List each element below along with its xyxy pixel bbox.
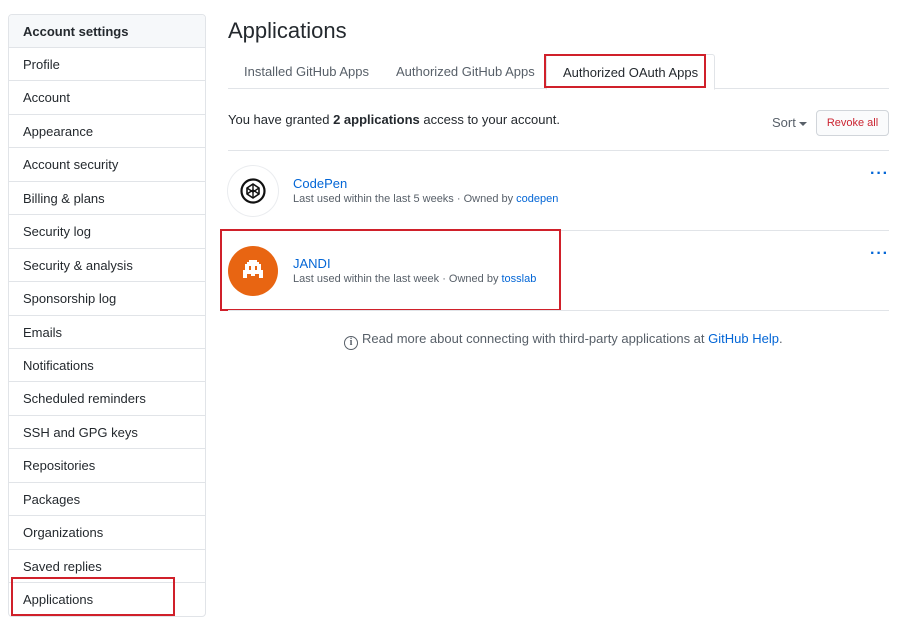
info-icon: i: [344, 336, 358, 350]
app-name-jandi[interactable]: JANDI: [293, 256, 331, 271]
sort-label: Sort: [772, 115, 796, 130]
tab-installed-github-apps[interactable]: Installed GitHub Apps: [228, 54, 385, 89]
sort-dropdown[interactable]: Sort: [772, 115, 807, 130]
sidebar-item-organizations[interactable]: Organizations: [9, 516, 205, 550]
sidebar-item-ssh-gpg-keys[interactable]: SSH and GPG keys: [9, 416, 205, 450]
granted-summary: You have granted 2 applications access t…: [228, 112, 560, 127]
granted-suffix: access to your account.: [419, 112, 560, 127]
tab-bar: Installed GitHub Apps Authorized GitHub …: [228, 54, 889, 90]
divider: [228, 310, 889, 311]
caret-down-icon: [798, 121, 807, 126]
sidebar-item-notifications[interactable]: Notifications: [9, 349, 205, 383]
sidebar-item-security-analysis[interactable]: Security & analysis: [9, 249, 205, 283]
sidebar-item-repositories[interactable]: Repositories: [9, 449, 205, 483]
sidebar-item-account-security[interactable]: Account security: [9, 148, 205, 182]
app-owner-link-codepen[interactable]: codepen: [516, 193, 558, 205]
tab-authorized-github-apps[interactable]: Authorized GitHub Apps: [380, 54, 551, 89]
help-text: i Read more about connecting with third-p…: [344, 331, 783, 350]
page-title: Applications: [228, 18, 347, 43]
github-help-link[interactable]: GitHub Help: [708, 331, 779, 346]
app-meta-text: Last used within the last week · Owned b…: [293, 273, 502, 285]
sidebar-item-scheduled-reminders[interactable]: Scheduled reminders: [9, 382, 205, 416]
more-actions-icon[interactable]: ···: [870, 165, 889, 183]
tab-authorized-oauth-apps[interactable]: Authorized OAuth Apps: [546, 54, 716, 90]
codepen-logo-icon: [228, 166, 278, 216]
granted-count: 2 applications: [333, 112, 420, 127]
help-prefix: Read more about connecting with third-pa…: [362, 331, 709, 346]
app-row-codepen: CodePen Last used within the last 5 week…: [228, 151, 889, 231]
app-row-jandi: JANDI Last used within the last week · O…: [228, 231, 889, 311]
app-meta-jandi: Last used within the last week · Owned b…: [293, 273, 536, 285]
sidebar-item-emails[interactable]: Emails: [9, 316, 205, 349]
sidebar-item-billing[interactable]: Billing & plans: [9, 182, 205, 216]
more-actions-icon[interactable]: ···: [870, 245, 889, 263]
jandi-logo-icon: [228, 246, 278, 296]
sidebar-item-security-log[interactable]: Security log: [9, 215, 205, 249]
app-meta-text: Last used within the last 5 weeks · Owne…: [293, 193, 517, 205]
sidebar-item-account[interactable]: Account: [9, 81, 205, 115]
sidebar-header: Account settings: [9, 15, 205, 48]
app-owner-link-tosslab[interactable]: tosslab: [502, 273, 537, 285]
sidebar-item-saved-replies[interactable]: Saved replies: [9, 550, 205, 583]
sidebar-item-profile[interactable]: Profile: [9, 48, 205, 82]
sidebar-item-applications[interactable]: Applications: [9, 583, 205, 616]
settings-sidebar: Account settings Profile Account Appeara…: [8, 14, 206, 618]
granted-prefix: You have granted: [228, 112, 334, 127]
revoke-all-button[interactable]: Revoke all: [816, 110, 889, 136]
app-meta-codepen: Last used within the last 5 weeks · Owne…: [293, 193, 558, 205]
help-suffix: .: [778, 331, 783, 346]
app-name-codepen[interactable]: CodePen: [293, 176, 347, 191]
sidebar-item-sponsorship-log[interactable]: Sponsorship log: [9, 282, 205, 316]
sidebar-item-packages[interactable]: Packages: [9, 483, 205, 517]
sidebar-item-appearance[interactable]: Appearance: [9, 115, 205, 149]
